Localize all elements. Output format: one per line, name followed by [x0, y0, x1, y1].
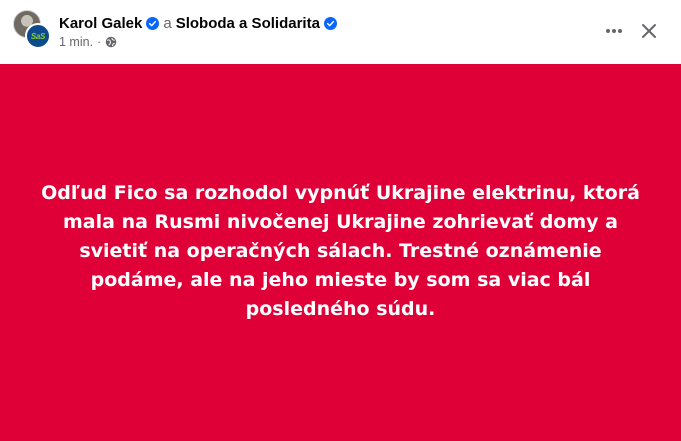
- post-meta: 1 min. ·: [59, 35, 117, 49]
- author-name-link[interactable]: Karol Galek: [59, 15, 142, 32]
- verified-badge-icon: [323, 16, 337, 30]
- post-background-card: Odľud Fico sa rozhodol vypnúť Ukrajine e…: [0, 64, 681, 441]
- verified-badge-icon: [146, 16, 160, 30]
- meta-separator: ·: [97, 35, 102, 49]
- page-avatar[interactable]: SaS: [25, 23, 51, 49]
- post-title-line: Karol Galek a Sloboda a Solidarita: [59, 13, 337, 33]
- post-text: Odľud Fico sa rozhodol vypnúť Ukrajine e…: [41, 182, 640, 320]
- more-options-button[interactable]: [600, 17, 628, 45]
- post-header: SaS Karol Galek a Sloboda a Solidarita 1…: [0, 0, 681, 64]
- close-icon: [642, 24, 656, 38]
- avatar-group[interactable]: SaS: [13, 10, 51, 49]
- title-conjunction: a: [163, 14, 172, 32]
- globe-icon[interactable]: [105, 36, 117, 48]
- page-logo-text: SaS: [30, 31, 46, 41]
- more-horizontal-icon: [606, 29, 622, 33]
- post-timestamp-link[interactable]: 1 min.: [59, 35, 93, 49]
- page-name-link[interactable]: Sloboda a Solidarita: [176, 15, 320, 32]
- close-button[interactable]: [635, 17, 663, 45]
